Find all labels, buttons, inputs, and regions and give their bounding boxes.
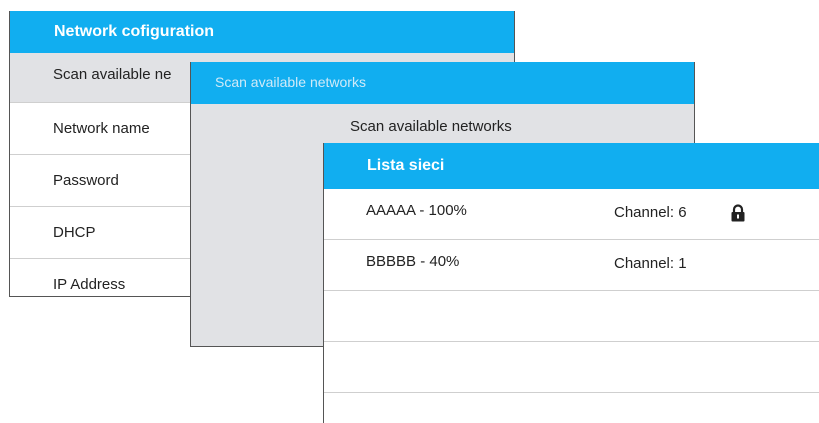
network-configuration-title: Network cofiguration — [10, 11, 514, 53]
scan-status-label: Scan available networks — [350, 118, 512, 135]
network-list-window: Lista sieci AAAAA - 100% Channel: 6 BBBB… — [323, 143, 819, 423]
network-list-empty-row — [324, 342, 819, 393]
network-list-item[interactable]: AAAAA - 100% Channel: 6 — [324, 189, 819, 240]
menu-item-label: IP Address — [53, 276, 126, 293]
lock-icon — [731, 204, 745, 222]
menu-item-label: DHCP — [53, 224, 96, 241]
network-channel: Channel: 6 — [614, 204, 687, 221]
network-list-empty-row — [324, 291, 819, 342]
menu-item-label: Network name — [53, 120, 150, 137]
network-name: BBBBB - 40% — [366, 253, 460, 270]
network-list-item[interactable]: BBBBB - 40% Channel: 1 — [324, 240, 819, 291]
scan-networks-title: Scan available networks — [191, 62, 694, 104]
network-name: AAAAA - 100% — [366, 202, 467, 219]
menu-item-label: Scan available ne — [53, 66, 172, 83]
network-channel: Channel: 1 — [614, 255, 687, 272]
screen: Network cofiguration Scan available ne N… — [0, 0, 819, 423]
menu-item-label: Password — [53, 172, 119, 189]
network-list-title: Lista sieci — [324, 143, 819, 189]
